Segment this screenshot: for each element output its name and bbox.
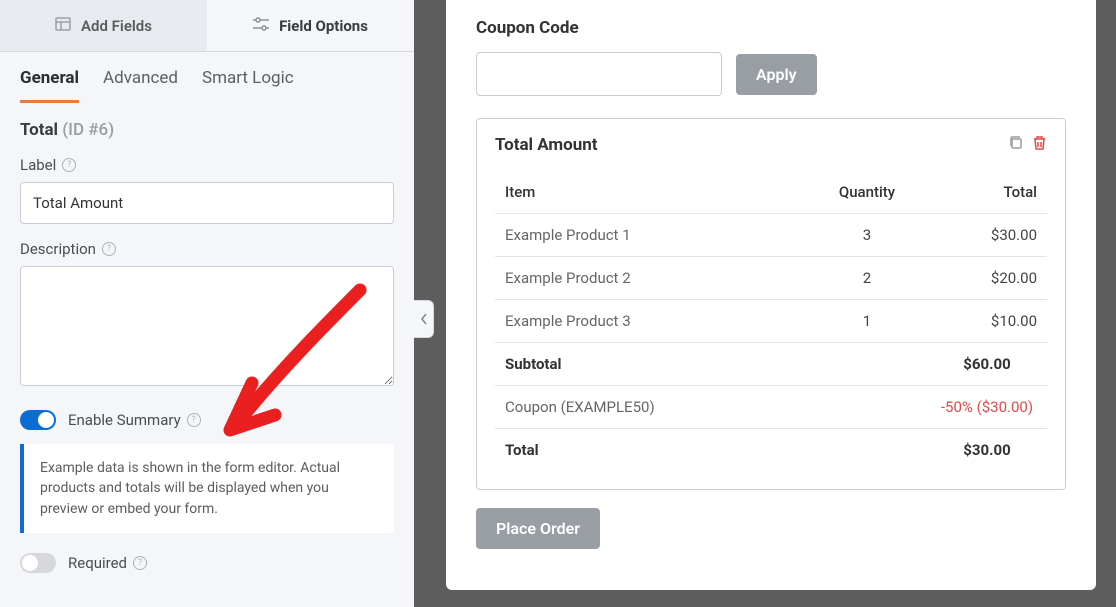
coupon-row: Coupon (EXAMPLE50) -50% ($30.00) — [495, 386, 1047, 429]
summary-info-box: Example data is shown in the form editor… — [20, 444, 394, 533]
sub-tabs: General Advanced Smart Logic — [0, 52, 414, 102]
table-row: Example Product 2 2 $20.00 — [495, 257, 1047, 300]
add-fields-icon — [55, 17, 71, 35]
col-total: Total — [927, 171, 1047, 214]
help-icon[interactable]: ? — [62, 158, 76, 172]
apply-coupon-button[interactable]: Apply — [736, 54, 817, 95]
total-row: Total $30.00 — [495, 429, 1047, 472]
subtotal-row: Subtotal $60.00 — [495, 343, 1047, 386]
help-icon[interactable]: ? — [187, 413, 201, 427]
sidebar-panel: Add Fields Field Options General Advance… — [0, 0, 414, 607]
total-title: Total Amount — [495, 135, 598, 155]
field-id: (ID #6) — [62, 120, 114, 140]
duplicate-icon[interactable] — [1008, 135, 1024, 155]
enable-summary-toggle[interactable] — [20, 410, 56, 430]
table-row: Example Product 3 1 $10.00 — [495, 300, 1047, 343]
field-options-content: Total (ID #6) Label ? Description ? Enab… — [0, 102, 414, 597]
coupon-code-label: Coupon Code — [476, 18, 1066, 38]
col-quantity: Quantity — [807, 171, 927, 214]
help-icon[interactable]: ? — [102, 242, 116, 256]
total-amount-field[interactable]: Total Amount Item Quantity Total — [476, 118, 1066, 490]
required-toggle[interactable] — [20, 553, 56, 573]
help-icon[interactable]: ? — [133, 556, 147, 570]
tab-label: Field Options — [279, 17, 368, 35]
form-preview: Coupon Code Apply Total Amount Item Quan — [446, 0, 1096, 590]
collapse-panel-button[interactable] — [414, 300, 434, 338]
tab-label: Add Fields — [81, 17, 152, 35]
label-caption: Label — [20, 156, 56, 174]
panel-tabs: Add Fields Field Options — [0, 0, 414, 52]
subtab-smart-logic[interactable]: Smart Logic — [202, 68, 294, 102]
coupon-code-input[interactable] — [476, 52, 722, 96]
trash-icon[interactable] — [1032, 135, 1047, 155]
table-row: Example Product 1 3 $30.00 — [495, 214, 1047, 257]
field-title: Total (ID #6) — [20, 120, 394, 140]
sliders-icon — [253, 17, 269, 35]
col-item: Item — [495, 171, 807, 214]
subtab-advanced[interactable]: Advanced — [103, 68, 178, 102]
description-input[interactable] — [20, 266, 394, 386]
field-name: Total — [20, 120, 58, 140]
place-order-button[interactable]: Place Order — [476, 508, 600, 549]
tab-field-options[interactable]: Field Options — [207, 0, 414, 51]
label-input[interactable] — [20, 182, 394, 224]
summary-table: Item Quantity Total Example Product 1 3 … — [495, 171, 1047, 471]
tab-add-fields[interactable]: Add Fields — [0, 0, 207, 51]
enable-summary-label: Enable Summary — [68, 411, 181, 429]
subtab-general[interactable]: General — [20, 68, 79, 103]
required-label: Required — [68, 554, 127, 572]
description-caption: Description — [20, 240, 96, 258]
